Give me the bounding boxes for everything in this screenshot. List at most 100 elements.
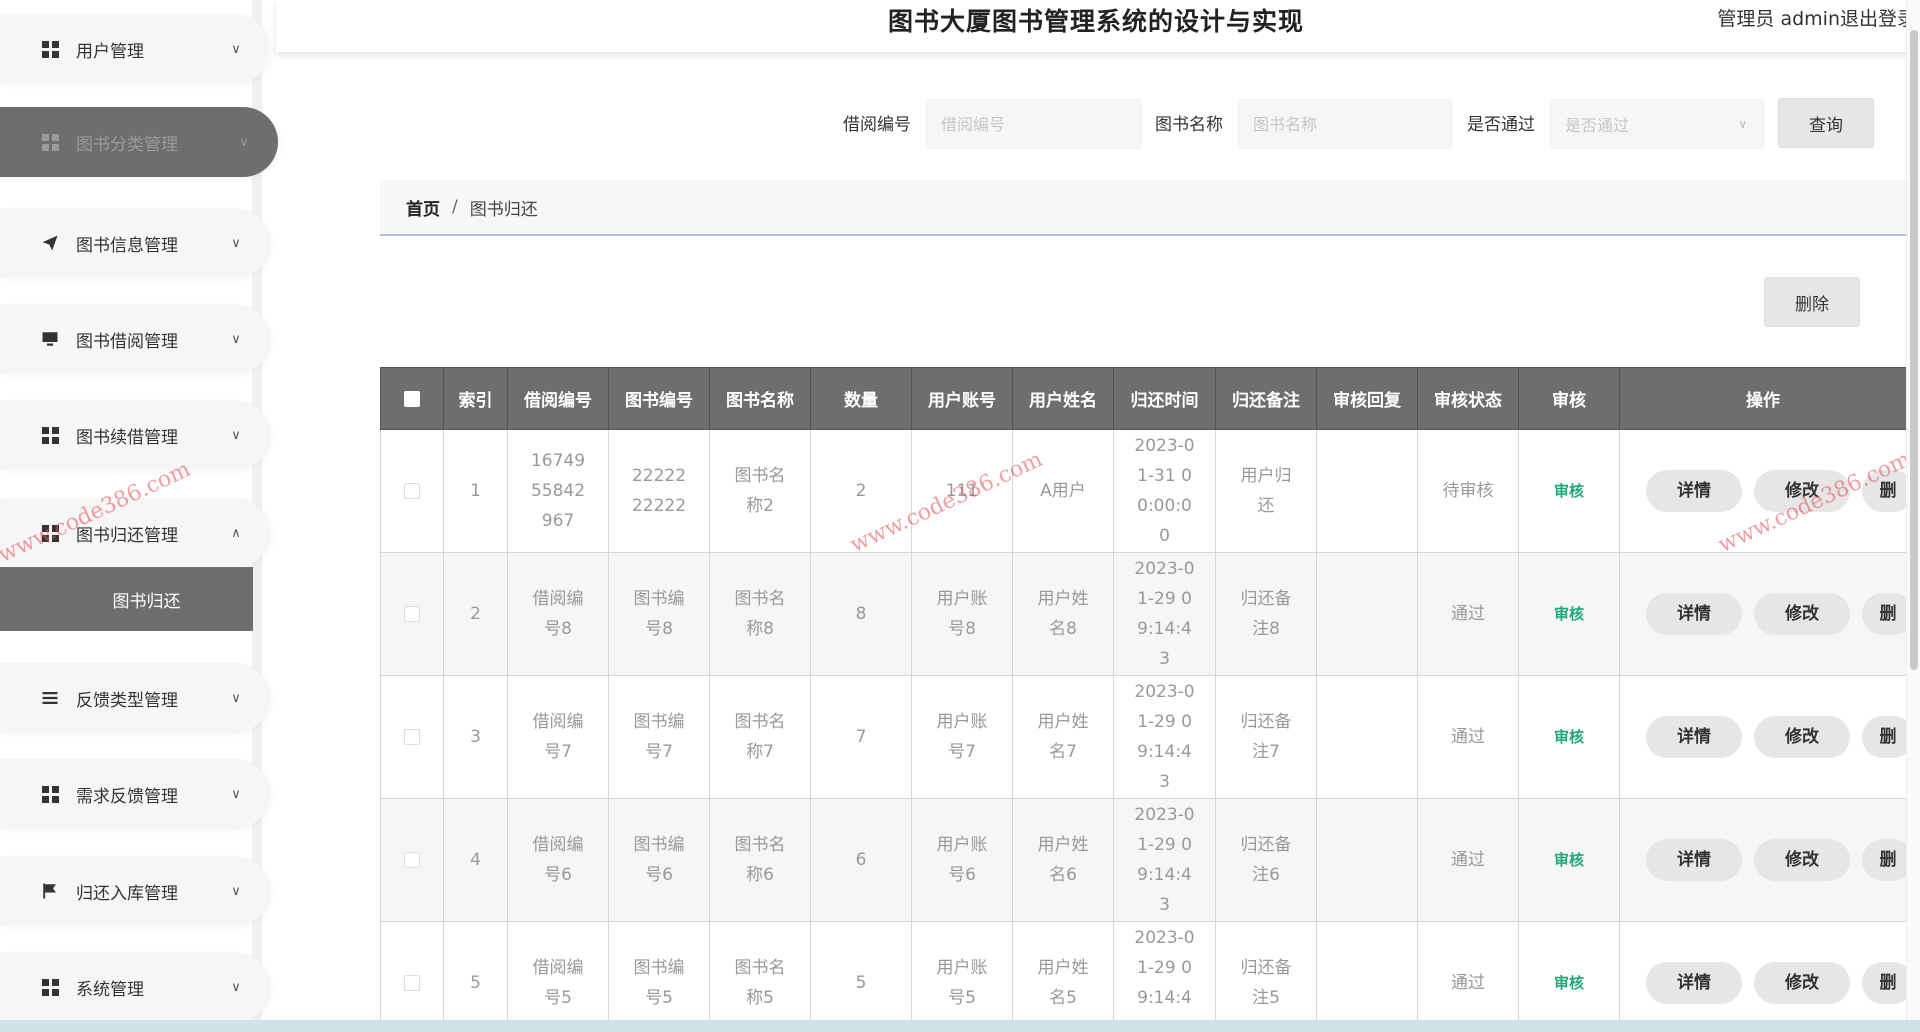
row-delete-button[interactable]: 删	[1862, 593, 1906, 635]
cell-borrow-no: 1674955842967	[507, 429, 609, 553]
book-name-input[interactable]	[1238, 99, 1452, 149]
audit-link[interactable]: 审核	[1554, 728, 1584, 746]
row-checkbox[interactable]	[404, 729, 420, 745]
cell-text: 图书名称2	[734, 466, 786, 516]
cell-audit: 审核	[1518, 429, 1620, 553]
current-user: 管理员 admin	[1717, 8, 1840, 30]
cell-status: 通过	[1417, 552, 1519, 676]
row-select-cell[interactable]	[380, 798, 444, 922]
cell-remark: 归还备注5	[1215, 921, 1317, 1020]
row-delete-button[interactable]: 删	[1862, 716, 1906, 758]
sidebar-item-book-borrow-management[interactable]: 图书借阅管理 ∨	[0, 304, 270, 374]
cell-text: 3	[470, 727, 481, 747]
detail-button[interactable]: 详情	[1646, 470, 1742, 512]
chevron-down-icon: ∨	[231, 883, 241, 899]
breadcrumb-separator: /	[452, 197, 458, 217]
cell-qty: 5	[810, 921, 912, 1020]
sidebar-item-book-info-management[interactable]: 图书信息管理 ∨	[0, 208, 270, 278]
cell-text: 2	[470, 604, 481, 624]
cell-text: 用户姓名7	[1037, 712, 1089, 762]
row-checkbox[interactable]	[404, 852, 420, 868]
borrow-no-label: 借阅编号	[843, 115, 911, 135]
edit-button[interactable]: 修改	[1754, 716, 1850, 758]
cell-actions: 详情 修改删	[1619, 675, 1906, 799]
breadcrumb-home[interactable]: 首页	[406, 195, 440, 220]
row-select-cell[interactable]	[380, 921, 444, 1020]
sidebar-item-user-management[interactable]: 用户管理 ∨	[0, 14, 270, 84]
table-row[interactable]: 1 1674955842967 2222222222 图书名称2 2 111 A用户 2023…	[380, 429, 1906, 553]
row-select-cell[interactable]	[380, 675, 444, 799]
row-delete-button[interactable]: 删	[1862, 839, 1906, 881]
grid-icon	[40, 39, 60, 59]
cell-book-name: 图书名称2	[709, 429, 811, 553]
sidebar-subitem-book-return[interactable]: 图书归还	[0, 567, 253, 631]
row-select-cell[interactable]	[380, 552, 444, 676]
edit-button[interactable]: 修改	[1754, 593, 1850, 635]
breadcrumb-current: 图书归还	[469, 199, 538, 220]
scrollbar-thumb[interactable]	[1910, 30, 1918, 670]
detail-button[interactable]: 详情	[1646, 839, 1742, 881]
table-row[interactable]: 5 借阅编号5 图书编号5 图书名称5 5 用户账号5 用户姓名5 2023-01-29 09…	[380, 921, 1906, 1020]
cell-actions: 详情 修改删	[1619, 798, 1906, 922]
cell-text: 2023-01-29 09:14:43	[1134, 805, 1195, 915]
row-delete-button[interactable]: 删	[1862, 470, 1906, 512]
cell-reply	[1316, 552, 1418, 676]
cell-text: 1674955842967	[530, 451, 586, 531]
breadcrumb: 首页 / 图书归还	[380, 180, 1906, 236]
audit-link[interactable]: 审核	[1554, 851, 1584, 869]
sidebar-item-book-return-management[interactable]: 图书归还管理 ∧	[0, 498, 270, 568]
pass-status-label: 是否通过	[1467, 115, 1535, 135]
cell-text: 5	[470, 973, 481, 993]
delete-button[interactable]: 删除	[1764, 277, 1860, 327]
detail-button[interactable]: 详情	[1646, 962, 1742, 1004]
sidebar-item-system-management[interactable]: 系统管理 ∨	[0, 952, 270, 1022]
edit-button[interactable]: 修改	[1754, 839, 1850, 881]
detail-button[interactable]: 详情	[1646, 593, 1742, 635]
row-delete-button[interactable]: 删	[1862, 962, 1906, 1004]
cell-book-no: 图书编号6	[608, 798, 710, 922]
pass-status-select[interactable]: 是否通过 ∨	[1550, 99, 1764, 149]
borrow-no-input[interactable]	[926, 99, 1142, 149]
table-row[interactable]: 2 借阅编号8 图书编号8 图书名称8 8 用户账号8 用户姓名8 2023-01-29 09…	[380, 552, 1906, 676]
edit-button[interactable]: 修改	[1754, 962, 1850, 1004]
audit-link[interactable]: 审核	[1554, 974, 1584, 992]
cell-text: 2023-01-29 09:14:43	[1134, 559, 1195, 669]
cell-text: 通过	[1451, 727, 1485, 747]
top-header: 图书大厦图书管理系统的设计与实现 管理员 admin 退出登录	[276, 0, 1920, 52]
cell-text: 借阅编号5	[532, 958, 584, 1008]
select-all-checkbox[interactable]	[404, 390, 420, 407]
query-button[interactable]: 查询	[1778, 98, 1874, 148]
audit-link[interactable]: 审核	[1554, 605, 1584, 623]
select-all-header[interactable]	[380, 367, 444, 430]
vertical-scrollbar[interactable]	[1906, 0, 1920, 1020]
cell-text: 借阅编号8	[532, 589, 584, 639]
sidebar-item-book-category-management[interactable]: 图书分类管理 ∨	[0, 107, 278, 177]
cell-book-name: 图书名称8	[709, 552, 811, 676]
table-row[interactable]: 4 借阅编号6 图书编号6 图书名称6 6 用户账号6 用户姓名6 2023-01-29 09…	[380, 798, 1906, 922]
table-row[interactable]: 3 借阅编号7 图书编号7 图书名称7 7 用户账号7 用户姓名7 2023-01-29 09…	[380, 675, 1906, 799]
book-name-label: 图书名称	[1155, 115, 1223, 135]
cell-text: 2023-01-29 09:14:43	[1134, 928, 1195, 1020]
sidebar-item-feedback-type-management[interactable]: 反馈类型管理 ∨	[0, 663, 270, 733]
sidebar-item-book-renew-management[interactable]: 图书续借管理 ∨	[0, 400, 270, 470]
cell-index: 5	[443, 921, 508, 1020]
cell-text: A用户	[1040, 481, 1086, 501]
chevron-down-icon: ∨	[231, 979, 241, 995]
sidebar-item-return-storage-management[interactable]: 归还入库管理 ∨	[0, 856, 270, 926]
row-checkbox[interactable]	[404, 975, 420, 991]
row-select-cell[interactable]	[380, 429, 444, 553]
cell-borrow-no: 借阅编号7	[507, 675, 609, 799]
sidebar-item-demand-feedback-management[interactable]: 需求反馈管理 ∨	[0, 759, 270, 829]
edit-button[interactable]: 修改	[1754, 470, 1850, 512]
cell-book-name: 图书名称7	[709, 675, 811, 799]
row-checkbox[interactable]	[404, 606, 420, 622]
return-table: 索引 借阅编号 图书编号 图书名称 数量 用户账号 用户姓名 归还时间 归还备注…	[380, 367, 1906, 1020]
cell-text: 待审核	[1442, 481, 1494, 501]
row-checkbox[interactable]	[404, 483, 420, 499]
cell-text: 8	[855, 604, 867, 624]
cell-text: 归还备注6	[1240, 835, 1292, 885]
audit-link[interactable]: 审核	[1554, 482, 1584, 500]
cell-text: 通过	[1451, 604, 1485, 624]
detail-button[interactable]: 详情	[1646, 716, 1742, 758]
cell-return-time: 2023-01-31 00:00:00	[1113, 429, 1216, 553]
